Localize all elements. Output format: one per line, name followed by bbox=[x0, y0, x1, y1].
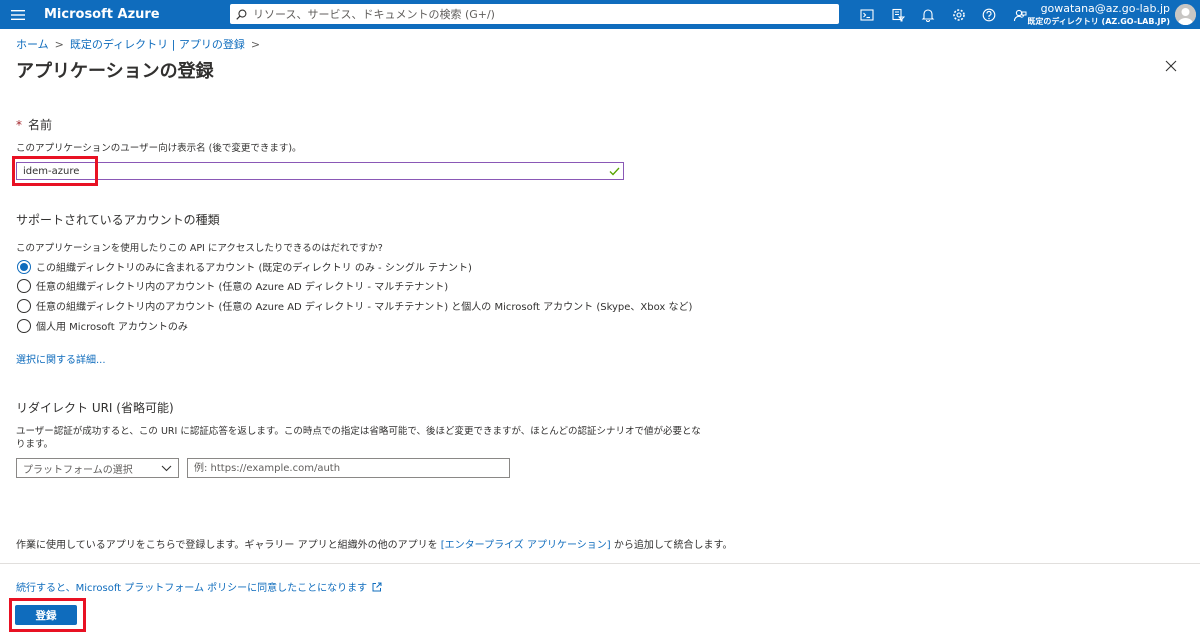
close-button[interactable] bbox=[1165, 60, 1179, 74]
enterprise-note-before: 作業に使用しているアプリをこちらで登録します。ギャラリー アプリと組織外の他のア… bbox=[16, 540, 441, 551]
valid-check-icon bbox=[605, 167, 623, 176]
account-type-option-multitenant[interactable]: 任意の組織ディレクトリ内のアカウント (任意の Azure AD ディレクトリ … bbox=[17, 278, 448, 293]
radio-button[interactable] bbox=[17, 318, 31, 333]
user-avatar-icon bbox=[1175, 4, 1196, 25]
breadcrumb-home[interactable]: ホーム bbox=[16, 36, 49, 52]
account-types-heading: サポートされているアカウントの種類 bbox=[16, 213, 220, 227]
notifications-icon bbox=[921, 8, 935, 22]
name-label: * 名前 bbox=[16, 116, 52, 133]
policy-link-text[interactable]: 続行すると、Microsoft プラットフォーム ポリシーに同意したことになりま… bbox=[16, 579, 367, 594]
platform-select-placeholder: プラットフォームの選択 bbox=[23, 464, 133, 476]
page-title: アプリケーションの登録 bbox=[16, 61, 214, 82]
breadcrumb: ホーム > 既定のディレクトリ | アプリの登録 > bbox=[16, 36, 266, 52]
platform-policy-link[interactable]: 続行すると、Microsoft プラットフォーム ポリシーに同意したことになりま… bbox=[16, 579, 382, 594]
name-input[interactable] bbox=[17, 163, 605, 179]
help-button[interactable] bbox=[974, 0, 1005, 29]
account-type-details-link[interactable]: 選択に関する詳細... bbox=[16, 351, 106, 366]
topbar-icons bbox=[852, 0, 1035, 29]
cloud-shell-button[interactable] bbox=[852, 0, 883, 29]
redirect-uri-field[interactable] bbox=[187, 458, 510, 478]
directory-filter-icon bbox=[892, 8, 905, 21]
portal-menu-button[interactable] bbox=[0, 0, 36, 29]
more-options-button[interactable]: ··· bbox=[194, 60, 209, 75]
platform-select[interactable]: プラットフォームの選択 bbox=[16, 458, 179, 478]
settings-icon bbox=[952, 8, 965, 21]
name-label-text: 名前 bbox=[28, 118, 53, 132]
radio-label: 任意の組織ディレクトリ内のアカウント (任意の Azure AD ディレクトリ … bbox=[36, 282, 449, 293]
redirect-uri-heading: リダイレクト URI (省略可能) bbox=[16, 401, 174, 415]
cloud-shell-icon bbox=[860, 8, 874, 21]
redirect-uri-help-line1: ユーザー認証が成功すると、この URI に認証応答を返します。この時点での指定は… bbox=[16, 426, 701, 437]
footer-divider bbox=[0, 563, 1200, 564]
enterprise-apps-note: 作業に使用しているアプリをこちらで登録します。ギャラリー アプリと組織外の他のア… bbox=[16, 536, 733, 551]
required-mark: * bbox=[16, 118, 22, 132]
radio-button[interactable] bbox=[17, 259, 31, 274]
notifications-button[interactable] bbox=[913, 0, 944, 29]
account-type-option-personal[interactable]: 個人用 Microsoft アカウントのみ bbox=[17, 318, 188, 333]
breadcrumb-separator: > bbox=[54, 37, 64, 51]
account-type-option-multitenant-personal[interactable]: 任意の組織ディレクトリ内のアカウント (任意の Azure AD ディレクトリ … bbox=[17, 298, 692, 313]
external-link-icon bbox=[372, 582, 382, 591]
global-search[interactable] bbox=[230, 4, 839, 24]
register-highlight-box bbox=[9, 598, 86, 632]
brand-title[interactable]: Microsoft Azure bbox=[44, 7, 230, 22]
radio-button[interactable] bbox=[17, 298, 31, 313]
account-type-option-single-tenant[interactable]: この組織ディレクトリのみに含まれるアカウント (既定のディレクトリ のみ - シ… bbox=[17, 259, 472, 274]
search-input[interactable] bbox=[253, 7, 839, 21]
settings-button[interactable] bbox=[944, 0, 975, 29]
close-icon bbox=[1165, 60, 1177, 72]
radio-button[interactable] bbox=[17, 278, 31, 293]
name-highlight-box bbox=[12, 156, 98, 186]
account-info[interactable]: gowatana@az.go-lab.jp 既定のディレクトリ (AZ.GO-L… bbox=[1027, 2, 1170, 28]
enterprise-note-after: から追加して統合します。 bbox=[610, 540, 733, 551]
name-field[interactable] bbox=[16, 162, 624, 180]
redirect-uri-help-line2: ります。 bbox=[16, 439, 54, 450]
account-tenant: 既定のディレクトリ (AZ.GO-LAB.JP) bbox=[1027, 17, 1170, 26]
account-email: gowatana@az.go-lab.jp bbox=[1040, 2, 1170, 15]
radio-label: 任意の組織ディレクトリ内のアカウント (任意の Azure AD ディレクトリ … bbox=[36, 302, 693, 313]
account-types-question: このアプリケーションを使用したりこの API にアクセスしたりできるのはだれです… bbox=[16, 243, 383, 254]
enterprise-apps-link[interactable]: [エンタープライズ アプリケーション] bbox=[441, 540, 611, 551]
search-icon bbox=[236, 9, 247, 20]
radio-label: この組織ディレクトリのみに含まれるアカウント (既定のディレクトリ のみ - シ… bbox=[36, 263, 472, 274]
hamburger-icon bbox=[11, 9, 25, 20]
help-icon bbox=[982, 8, 996, 21]
name-help: このアプリケーションのユーザー向け表示名 (後で変更できます)。 bbox=[16, 143, 302, 154]
top-bar: Microsoft Azure gowatana@az.go-lab.jp 既定… bbox=[0, 0, 1200, 29]
redirect-uri-input[interactable] bbox=[188, 459, 509, 477]
radio-label: 個人用 Microsoft アカウントのみ bbox=[36, 322, 188, 333]
avatar[interactable] bbox=[1175, 4, 1196, 25]
chevron-down-icon bbox=[161, 465, 172, 471]
directory-filter-button[interactable] bbox=[883, 0, 914, 29]
breadcrumb-app-registrations[interactable]: 既定のディレクトリ | アプリの登録 bbox=[70, 36, 245, 52]
breadcrumb-separator: > bbox=[250, 37, 261, 51]
feedback-icon bbox=[1013, 9, 1027, 21]
